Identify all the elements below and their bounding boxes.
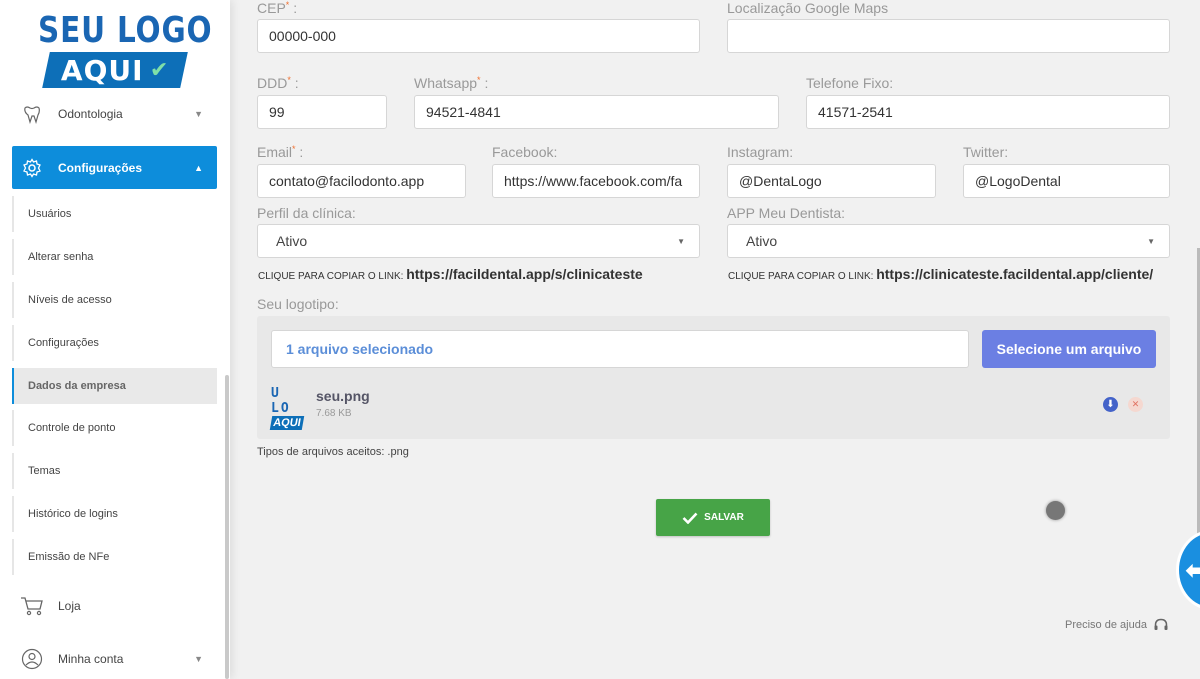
submenu-emissao-nfe[interactable]: Emissão de NFe [12,539,217,575]
facebook-label: Facebook: [492,144,558,160]
perfil-select-value: Ativo [276,233,308,249]
download-icon[interactable]: ⬇ [1103,397,1118,412]
copy-prefix: CLIQUE PARA COPIAR O LINK: [728,271,874,282]
file-name: seu.png [316,388,370,404]
help-label: Preciso de ajuda [1065,619,1147,631]
submenu-usuarios[interactable]: Usuários [12,196,217,232]
chevron-down-icon: ▼ [194,109,203,119]
email-input[interactable]: contato@facilodonto.app [257,164,466,198]
help-link[interactable]: Preciso de ajuda [1065,617,1169,633]
tooth-icon: ✔ [149,57,170,83]
chevron-down-icon: ▼ [677,236,685,246]
cep-label: CEP* : [257,0,298,16]
perfil-link-text: https://facildental.app/s/clinicateste [406,266,643,282]
main-content: CEP* : 00000-000 Localização Google Maps… [230,0,1200,679]
upload-area: 1 arquivo selecionado Selecione um arqui… [257,316,1170,439]
sidebar-item-odontologia[interactable]: Odontologia ▼ [12,98,217,130]
sidebar-item-label: Odontologia [58,107,123,121]
sidebar-item-label: Configurações [58,160,143,175]
tooth-outline-icon [20,102,44,126]
submenu-controle-ponto[interactable]: Controle de ponto [12,410,217,446]
sidebar: SEU LOGO AQUI ✔ Odontologia ▼ Configuraç… [0,0,230,679]
perfil-label: Perfil da clínica: [257,205,356,221]
thumb-top-text: U LO [271,386,291,416]
user-circle-icon [20,647,44,671]
telefone-label: Telefone Fixo: [806,75,894,91]
file-selected-field[interactable]: 1 arquivo selecionado [271,330,969,368]
arrow-left-icon: ⬅ [1185,555,1200,585]
brand-logo[interactable]: SEU LOGO AQUI ✔ [38,10,213,92]
app-label: APP Meu Dentista: [727,205,846,221]
chevron-up-icon: ▲ [194,162,203,173]
app-copy-link[interactable]: CLIQUE PARA COPIAR O LINK: https://clini… [728,266,1153,282]
ddd-input[interactable]: 99 [257,95,387,129]
logo-line2: AQUI [60,53,144,87]
chevron-down-icon: ▼ [194,654,203,664]
cart-icon [20,594,44,618]
thumb-bottom-text: AQUI [269,416,305,430]
twitter-label: Twitter: [963,144,1009,160]
instagram-label: Instagram: [727,144,794,160]
sidebar-item-label: Loja [58,599,81,613]
app-select[interactable]: Ativo ▼ [727,224,1170,258]
submenu-niveis-acesso[interactable]: Níveis de acesso [12,282,217,318]
telefone-input[interactable]: 41571-2541 [806,95,1170,129]
accepted-types: Tipos de arquivos aceitos: .png [257,446,409,458]
logo-line1: SEU LOGO [38,10,213,51]
cep-input[interactable]: 00000-000 [257,19,700,53]
file-size: 7.68 KB [316,408,352,419]
gear-icon [20,156,44,180]
logo-badge: AQUI ✔ [42,52,188,88]
remove-icon[interactable]: ✕ [1128,397,1143,412]
facebook-input[interactable]: https://www.facebook.com/fa [492,164,700,198]
app-select-value: Ativo [746,233,778,249]
submenu-historico-logins[interactable]: Histórico de logins [12,496,217,532]
sidebar-scrollbar[interactable] [225,375,229,679]
instagram-input[interactable]: @DentaLogo [727,164,936,198]
sidebar-item-loja[interactable]: Loja [12,590,217,622]
logo-upload-label: Seu logotipo: [257,296,339,312]
loading-dot [1046,501,1065,520]
twitter-input[interactable]: @LogoDental [963,164,1170,198]
submenu-temas[interactable]: Temas [12,453,217,489]
headset-icon [1154,618,1168,630]
copy-prefix: CLIQUE PARA COPIAR O LINK: [258,271,404,282]
submenu-dados-empresa[interactable]: Dados da empresa [12,368,217,404]
submenu-alterar-senha[interactable]: Alterar senha [12,239,217,275]
sidebar-item-minha-conta[interactable]: Minha conta ▼ [12,643,217,675]
file-thumbnail: U LO AQUI [269,386,305,430]
whatsapp-input[interactable]: 94521-4841 [414,95,779,129]
back-arrow-button[interactable]: ⬅ [1176,530,1200,610]
ddd-label: DDD* : [257,75,299,91]
app-link-text: https://clinicateste.facildental.app/cli… [876,266,1154,282]
check-icon [682,512,698,524]
select-file-button[interactable]: Selecione um arquivo [982,330,1156,368]
submenu-configuracoes[interactable]: Configurações [12,325,217,361]
maps-input[interactable] [727,19,1170,53]
save-label: SALVAR [704,512,744,523]
whatsapp-label: Whatsapp* : [414,75,489,91]
perfil-select[interactable]: Ativo ▼ [257,224,700,258]
email-label: Email* : [257,144,304,160]
chevron-down-icon: ▼ [1147,236,1155,246]
maps-label: Localização Google Maps [727,0,889,16]
save-button[interactable]: SALVAR [656,499,770,536]
perfil-copy-link[interactable]: CLIQUE PARA COPIAR O LINK: https://facil… [258,266,643,282]
sidebar-item-label: Minha conta [58,652,124,666]
sidebar-item-configuracoes[interactable]: Configurações ▲ [12,146,217,189]
